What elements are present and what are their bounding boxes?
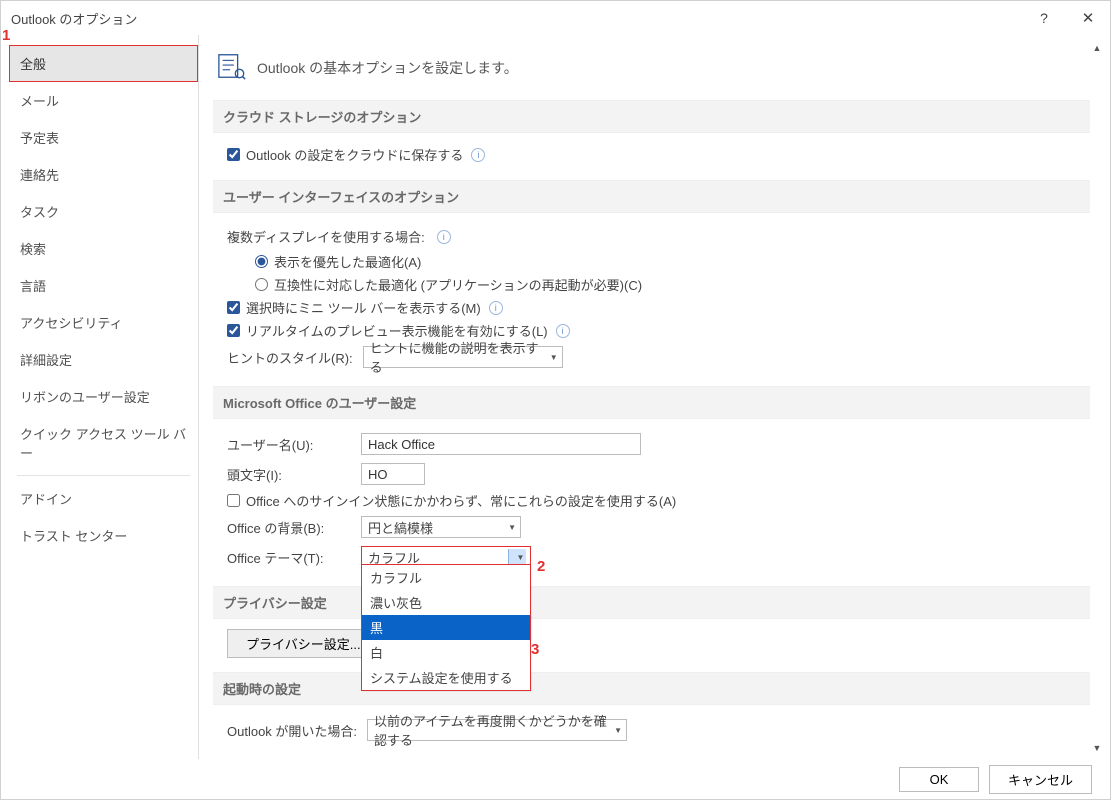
page-title-row: Outlook の基本オプションを設定します。 [213,43,1090,100]
initials-row: 頭文字(I): [227,459,1082,489]
office-background-value: 円と縞模様 [368,518,433,537]
section-title-ui: ユーザー インターフェイスのオプション [213,180,1090,213]
office-theme-dropdown[interactable]: カラフル 濃い灰色 黒 白 システム設定を使用する [361,564,531,691]
checkbox-always-use-label: Office へのサインイン状態にかかわらず、常にこれらの設定を使用する(A) [246,491,676,510]
general-options-icon [217,51,247,84]
content-inner: Outlook の基本オプションを設定します。 クラウド ストレージのオプション… [199,35,1110,761]
hint-style-value: ヒントに機能の説明を表示する [370,338,544,376]
theme-option-white[interactable]: 白 [362,640,530,665]
info-icon[interactable]: i [556,324,570,338]
initials-input[interactable] [361,463,425,485]
theme-option-darkgray[interactable]: 濃い灰色 [362,590,530,615]
content: 2 3 Outlook の基本オプショ [199,35,1110,761]
sidebar-item-qat[interactable]: クイック アクセス ツール バー [9,415,198,471]
theme-row: Office テーマ(T): カラフル ▼ カラフル 濃い灰色 黒 [227,542,1082,572]
checkbox-always-use-input[interactable] [227,494,240,507]
initials-label: 頭文字(I): [227,465,351,484]
radio-optimize-display[interactable]: 表示を優先した最適化(A) [255,250,421,273]
checkbox-mini-toolbar-label: 選択時にミニ ツール バーを表示する(M) [246,298,481,317]
section-title-privacy: プライバシー設定 [213,586,1090,619]
username-row: ユーザー名(U): [227,429,1082,459]
multi-display-label-row: 複数ディスプレイを使用する場合: i [227,223,1082,250]
multi-display-label: 複数ディスプレイを使用する場合: [227,227,425,246]
sidebar-item-contacts[interactable]: 連絡先 [9,156,198,193]
cancel-button[interactable]: キャンセル [989,765,1092,794]
background-row: Office の背景(B): 円と縞模様 ▼ [227,512,1082,542]
section-body-cloud: Outlook の設定をクラウドに保存する i [213,133,1090,180]
section-title-startup: 起動時の設定 [213,672,1090,705]
section-body-privacy: プライバシー設定... [213,619,1090,672]
main: 全般 メール 予定表 連絡先 タスク 検索 言語 アクセシビリティ 詳細設定 リ… [1,35,1110,761]
sidebar-item-language[interactable]: 言語 [9,267,198,304]
section-title-cloud: クラウド ストレージのオプション [213,100,1090,133]
sidebar-item-ribbon[interactable]: リボンのユーザー設定 [9,378,198,415]
radio-optimize-display-input[interactable] [255,255,268,268]
theme-option-black[interactable]: 黒 [362,615,530,640]
sidebar: 全般 メール 予定表 連絡先 タスク 検索 言語 アクセシビリティ 詳細設定 リ… [9,35,199,761]
close-button[interactable]: ✕ [1066,1,1110,35]
theme-label: Office テーマ(T): [227,548,351,567]
checkbox-save-cloud-input[interactable] [227,148,240,161]
privacy-settings-button[interactable]: プライバシー設定... [227,629,380,658]
startup-value: 以前のアイテムを再度開くかどうかを確認する [374,711,608,749]
checkbox-mini-toolbar[interactable]: 選択時にミニ ツール バーを表示する(M) i [227,296,503,319]
scroll-up-icon[interactable]: ▲ [1088,39,1106,57]
sidebar-item-accessibility[interactable]: アクセシビリティ [9,304,198,341]
radio-optimize-compat-label: 互換性に対応した最適化 (アプリケーションの再起動が必要)(C) [274,275,642,294]
chevron-down-icon: ▼ [511,553,525,562]
titlebar: Outlook のオプション ? ✕ [1,1,1110,35]
checkbox-live-preview-input[interactable] [227,324,240,337]
dialog-footer: OK キャンセル [1,759,1110,799]
scroll-down-icon[interactable]: ▼ [1088,739,1106,757]
checkbox-save-cloud[interactable]: Outlook の設定をクラウドに保存する i [227,143,485,166]
sidebar-separator [17,475,190,476]
startup-label: Outlook が開いた場合: [227,721,357,740]
sidebar-item-advanced[interactable]: 詳細設定 [9,341,198,378]
office-background-combo[interactable]: 円と縞模様 ▼ [361,516,521,538]
info-icon[interactable]: i [471,148,485,162]
page-title: Outlook の基本オプションを設定します。 [257,58,518,78]
sidebar-item-addins[interactable]: アドイン [9,480,198,517]
info-icon[interactable]: i [437,230,451,244]
sidebar-item-search[interactable]: 検索 [9,230,198,267]
username-label: ユーザー名(U): [227,435,351,454]
sidebar-item-general[interactable]: 全般 [9,45,198,82]
section-body-startup: Outlook が開いた場合: 以前のアイテムを再度開くかどうかを確認する ▼ [213,705,1090,759]
info-icon[interactable]: i [489,301,503,315]
checkbox-always-use[interactable]: Office へのサインイン状態にかかわらず、常にこれらの設定を使用する(A) [227,489,676,512]
scrollbar[interactable]: ▲ ▼ [1088,39,1106,757]
background-label: Office の背景(B): [227,518,351,537]
radio-optimize-display-label: 表示を優先した最適化(A) [274,252,421,271]
chevron-down-icon: ▼ [608,726,622,735]
section-body-office: ユーザー名(U): 頭文字(I): Office へのサインイン状態にかかわらず… [213,419,1090,586]
sidebar-item-calendar[interactable]: 予定表 [9,119,198,156]
startup-row: Outlook が開いた場合: 以前のアイテムを再度開くかどうかを確認する ▼ [227,715,1082,745]
section-title-office: Microsoft Office のユーザー設定 [213,386,1090,419]
username-input[interactable] [361,433,641,455]
chevron-down-icon: ▼ [544,353,558,362]
hint-style-row: ヒントのスタイル(R): ヒントに機能の説明を表示する ▼ [227,342,1082,372]
help-button[interactable]: ? [1022,1,1066,35]
titlebar-controls: ? ✕ [1022,1,1110,35]
checkbox-save-cloud-label: Outlook の設定をクラウドに保存する [246,145,463,164]
chevron-down-icon: ▼ [502,523,516,532]
combo-arrow-button[interactable]: ▼ [508,549,526,565]
hint-style-combo[interactable]: ヒントに機能の説明を表示する ▼ [363,346,563,368]
options-dialog: 1 Outlook のオプション ? ✕ 全般 メール 予定表 連絡先 タスク … [0,0,1111,800]
radio-optimize-compat[interactable]: 互換性に対応した最適化 (アプリケーションの再起動が必要)(C) [255,273,642,296]
theme-option-system[interactable]: システム設定を使用する [362,665,530,690]
checkbox-mini-toolbar-input[interactable] [227,301,240,314]
dialog-title: Outlook のオプション [11,9,137,28]
radio-optimize-compat-input[interactable] [255,278,268,291]
section-body-ui: 複数ディスプレイを使用する場合: i 表示を優先した最適化(A) 互換性に対応し… [213,213,1090,386]
sidebar-item-trust-center[interactable]: トラスト センター [9,517,198,554]
hint-style-label: ヒントのスタイル(R): [227,348,353,367]
theme-option-colorful[interactable]: カラフル [362,565,530,590]
startup-combo[interactable]: 以前のアイテムを再度開くかどうかを確認する ▼ [367,719,627,741]
ok-button[interactable]: OK [899,767,979,792]
sidebar-item-mail[interactable]: メール [9,82,198,119]
sidebar-item-tasks[interactable]: タスク [9,193,198,230]
